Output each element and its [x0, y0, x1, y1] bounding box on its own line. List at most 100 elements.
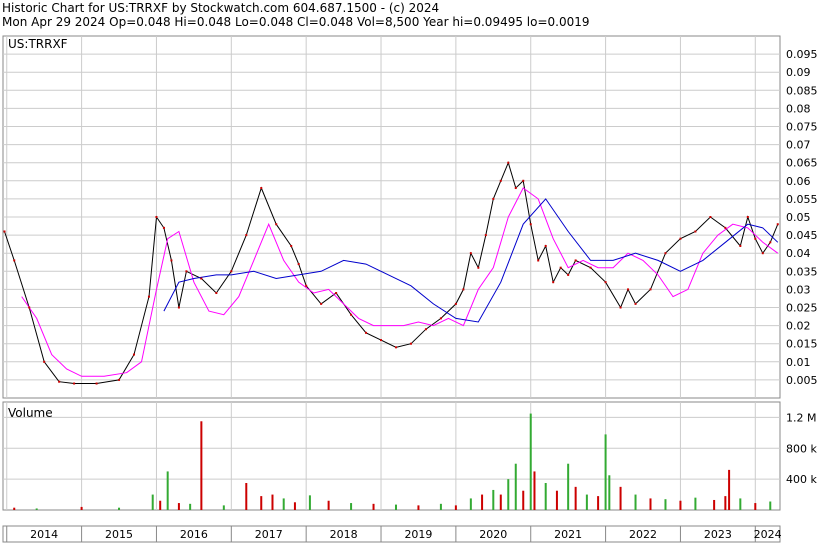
- volume-bar: [769, 501, 772, 510]
- price-point: [380, 339, 383, 342]
- price-point: [507, 161, 510, 164]
- price-point: [469, 252, 472, 255]
- volume-bar: [454, 505, 457, 510]
- price-point: [567, 273, 570, 276]
- price-tick-label: 0.085: [786, 84, 818, 97]
- year-label: 2018: [330, 528, 358, 541]
- price-point: [365, 331, 368, 334]
- price-point: [492, 197, 495, 200]
- volume-panel: [2, 401, 781, 511]
- price-point: [552, 281, 555, 284]
- price-point: [724, 226, 727, 229]
- price-point: [177, 306, 180, 309]
- price-point: [260, 187, 263, 190]
- volume-bar: [394, 504, 397, 510]
- volume-bar: [529, 413, 532, 510]
- price-point: [739, 244, 742, 247]
- year-label: 2017: [255, 528, 283, 541]
- price-point: [275, 223, 278, 226]
- volume-bar: [754, 503, 757, 510]
- price-point: [13, 259, 16, 262]
- price-point: [230, 270, 233, 273]
- volume-bar: [282, 498, 285, 510]
- price-point: [290, 244, 293, 247]
- price-tick-label: 0.05: [786, 211, 811, 224]
- price-point: [245, 234, 248, 237]
- volume-bar: [118, 507, 121, 510]
- volume-bar: [271, 494, 274, 510]
- price-point: [3, 230, 6, 233]
- price-point: [350, 313, 353, 316]
- volume-bar: [574, 486, 577, 510]
- price-point: [409, 342, 412, 345]
- volume-bar: [713, 499, 716, 510]
- price-point: [215, 292, 218, 295]
- volume-bar: [499, 494, 502, 510]
- chart-page: Historic Chart for US:TRRXF by Stockwatc…: [0, 0, 830, 543]
- volume-bar: [728, 469, 731, 510]
- volume-bar: [372, 503, 375, 510]
- volume-bar: [585, 494, 588, 510]
- price-point: [305, 284, 308, 287]
- volume-bar: [492, 489, 495, 510]
- price-point: [604, 281, 607, 284]
- price-tick-label: 0.035: [786, 265, 818, 278]
- volume-bar: [200, 421, 203, 510]
- price-point: [537, 259, 540, 262]
- price-point: [761, 252, 764, 255]
- price-point: [529, 223, 532, 226]
- price-panel-title: US:TRRXF: [8, 37, 68, 51]
- volume-bar: [522, 490, 525, 510]
- price-point: [132, 353, 135, 356]
- volume-bar: [80, 506, 83, 510]
- price-point: [664, 252, 667, 255]
- volume-bar: [189, 503, 192, 510]
- price-point: [619, 306, 622, 309]
- price-point: [297, 263, 300, 266]
- volume-bar: [166, 471, 169, 510]
- volume-bar: [151, 494, 154, 510]
- volume-y-axis: 400 k 800 k 1.2 M: [786, 411, 817, 486]
- volume-tick-label: 1.2 M: [786, 411, 816, 424]
- price-tick-label: 0.075: [786, 121, 818, 134]
- year-label: 2016: [180, 528, 208, 541]
- volume-bar: [679, 500, 682, 510]
- year-label: 2019: [404, 528, 432, 541]
- volume-bar: [159, 500, 162, 510]
- price-tick-label: 0.025: [786, 302, 818, 315]
- volume-bar: [555, 490, 558, 510]
- volume-tick-label: 400 k: [786, 473, 817, 486]
- price-point: [95, 382, 98, 385]
- price-point: [439, 317, 442, 320]
- price-point: [185, 270, 188, 273]
- price-point: [679, 237, 682, 240]
- price-tick-label: 0.06: [786, 175, 811, 188]
- price-tick-label: 0.065: [786, 157, 818, 170]
- year-label: 2022: [629, 528, 657, 541]
- volume-tick-label: 800 k: [786, 442, 817, 455]
- volume-bar: [222, 505, 225, 510]
- volume-bar: [608, 475, 611, 510]
- volume-bar: [649, 498, 652, 510]
- price-point: [754, 237, 757, 240]
- volume-bar: [533, 471, 536, 510]
- price-point: [335, 292, 338, 295]
- price-point: [544, 244, 547, 247]
- price-tick-label: 0.015: [786, 338, 818, 351]
- price-point: [147, 295, 150, 298]
- price-point: [73, 382, 76, 385]
- volume-bar: [739, 498, 742, 510]
- price-point: [454, 302, 457, 305]
- price-point: [58, 380, 61, 383]
- price-tick-label: 0.01: [786, 356, 811, 369]
- volume-bar: [544, 483, 547, 510]
- year-label: 2015: [105, 528, 133, 541]
- price-tick-label: 0.09: [786, 66, 811, 79]
- price-point: [484, 234, 487, 237]
- price-point: [155, 216, 158, 218]
- price-point: [43, 360, 46, 363]
- price-tick-label: 0.08: [786, 102, 811, 115]
- price-point: [320, 302, 323, 305]
- price-tick-label: 0.07: [786, 139, 811, 152]
- price-point: [634, 302, 637, 305]
